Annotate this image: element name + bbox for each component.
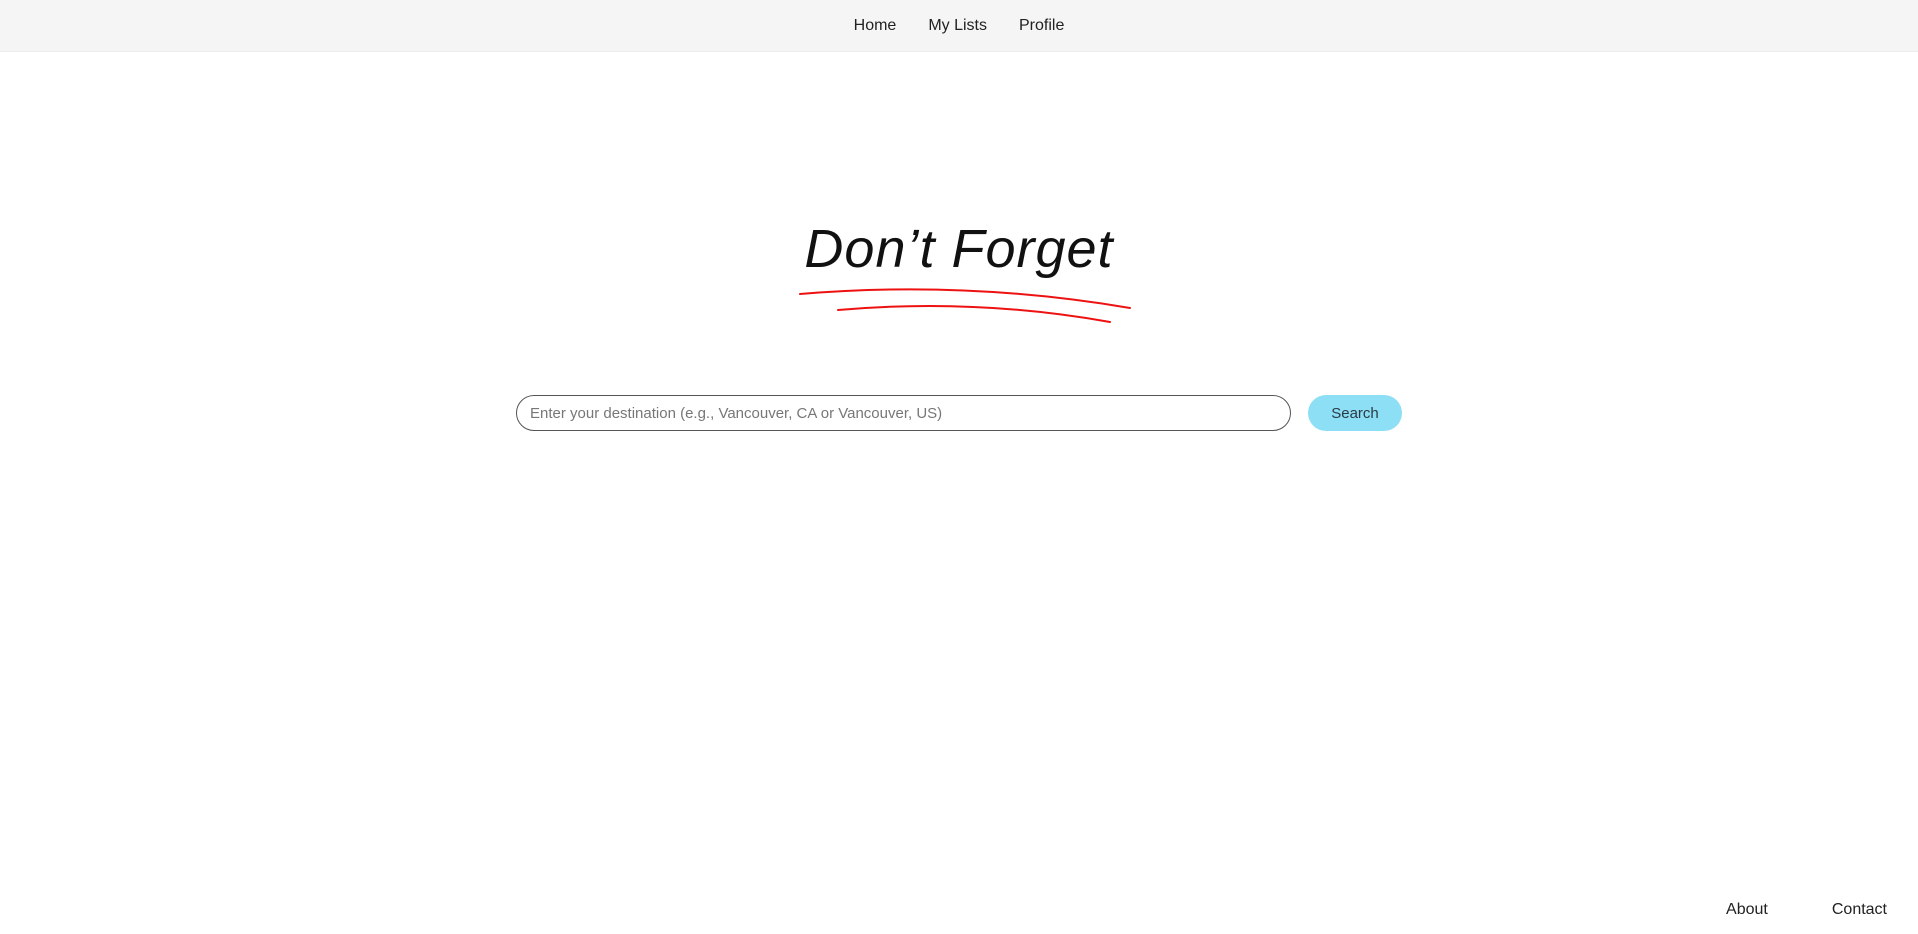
footer-contact-link[interactable]: Contact xyxy=(1832,901,1887,919)
top-navigation: Home My Lists Profile xyxy=(0,0,1918,52)
underline-stroke-upper xyxy=(799,288,1131,309)
nav-profile-link[interactable]: Profile xyxy=(1019,17,1064,35)
nav-home-link[interactable]: Home xyxy=(854,17,897,35)
underline-stroke-lower xyxy=(837,305,1111,323)
hero-section: Don’t Forget xyxy=(0,214,1918,284)
search-button[interactable]: Search xyxy=(1308,395,1402,431)
page-title: Don’t Forget xyxy=(804,219,1114,279)
footer-about-link[interactable]: About xyxy=(1726,901,1768,919)
nav-my-lists-link[interactable]: My Lists xyxy=(928,17,987,35)
footer: About Contact xyxy=(1726,901,1887,919)
destination-search-input[interactable] xyxy=(516,395,1291,431)
search-form: Search xyxy=(516,395,1402,431)
title-underline-decoration xyxy=(799,288,1131,323)
